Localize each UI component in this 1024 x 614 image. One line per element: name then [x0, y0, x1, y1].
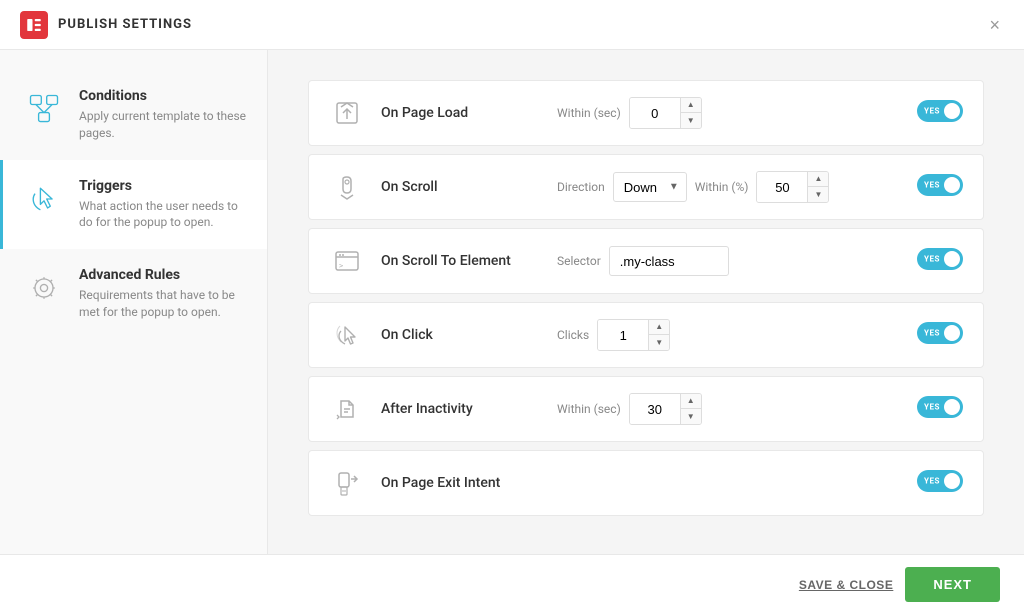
on-page-load-label: On Page Load — [381, 105, 541, 121]
advanced-rules-text: Advanced Rules Requirements that have to… — [79, 267, 247, 321]
on-scroll-input-wrap: ▲ ▼ — [756, 171, 829, 203]
conditions-description: Apply current template to these pages. — [79, 108, 247, 142]
on-page-load-controls: Within (sec) ▲ ▼ — [557, 97, 901, 129]
on-scroll-to-element-label: On Scroll To Element — [381, 253, 541, 269]
on-page-load-decrement[interactable]: ▼ — [681, 113, 701, 128]
on-page-load-value-input[interactable] — [630, 98, 680, 128]
modal-footer: SAVE & CLOSE NEXT — [0, 554, 1024, 614]
on-scroll-controls: Direction Down Up ▼ Within (%) ▲ ▼ — [557, 171, 901, 203]
on-scroll-increment[interactable]: ▲ — [808, 172, 828, 187]
modal-title: PUBLISH SETTINGS — [58, 17, 192, 32]
header-left: PUBLISH SETTINGS — [20, 11, 192, 39]
on-scroll-to-element-toggle[interactable]: YES — [917, 248, 963, 270]
on-click-input-wrap: ▲ ▼ — [597, 319, 670, 351]
on-click-decrement[interactable]: ▼ — [649, 335, 669, 350]
save-close-button[interactable]: SAVE & CLOSE — [799, 578, 893, 592]
on-scroll-to-element-selector-input[interactable] — [609, 246, 729, 276]
on-scroll-value-input[interactable] — [757, 172, 807, 202]
trigger-row-on-page-load: On Page Load Within (sec) ▲ ▼ — [308, 80, 984, 146]
on-page-load-toggle-wrap: YES — [917, 100, 963, 126]
trigger-row-on-page-exit-intent: On Page Exit Intent YES — [308, 450, 984, 516]
modal-body: Conditions Apply current template to the… — [0, 50, 1024, 554]
on-click-label: On Click — [381, 327, 541, 343]
after-inactivity-label: After Inactivity — [381, 401, 541, 417]
after-inactivity-icon — [329, 391, 365, 427]
modal-header: PUBLISH SETTINGS × — [0, 0, 1024, 50]
on-page-load-input-wrap: ▲ ▼ — [629, 97, 702, 129]
on-scroll-direction-label: Direction — [557, 180, 605, 194]
after-inactivity-spinner: ▲ ▼ — [680, 394, 701, 424]
trigger-row-on-click: On Click Clicks ▲ ▼ YES — [308, 302, 984, 368]
after-inactivity-value-input[interactable] — [630, 394, 680, 424]
on-scroll-icon — [329, 169, 365, 205]
advanced-rules-label: Advanced Rules — [79, 267, 247, 283]
on-page-exit-intent-toggle-wrap: YES — [917, 470, 963, 496]
advanced-rules-description: Requirements that have to be met for the… — [79, 287, 247, 321]
trigger-row-after-inactivity: After Inactivity Within (sec) ▲ ▼ — [308, 376, 984, 442]
trigger-row-on-scroll-to-element: >_ On Scroll To Element Selector YES — [308, 228, 984, 294]
on-click-icon — [329, 317, 365, 353]
after-inactivity-toggle-wrap: YES — [917, 396, 963, 422]
after-inactivity-control-label: Within (sec) — [557, 402, 621, 416]
on-page-load-control-label: Within (sec) — [557, 106, 621, 120]
close-button[interactable]: × — [985, 12, 1004, 38]
on-scroll-direction-select[interactable]: Down Up — [613, 172, 687, 202]
on-click-clicks-label: Clicks — [557, 328, 589, 342]
on-scroll-to-element-controls: Selector — [557, 246, 901, 276]
after-inactivity-input-wrap: ▲ ▼ — [629, 393, 702, 425]
advanced-rules-icon — [23, 267, 65, 309]
conditions-text: Conditions Apply current template to the… — [79, 88, 247, 142]
on-page-load-spinner: ▲ ▼ — [680, 98, 701, 128]
sidebar: Conditions Apply current template to the… — [0, 50, 268, 554]
after-inactivity-toggle[interactable]: YES — [917, 396, 963, 418]
triggers-label: Triggers — [79, 178, 247, 194]
on-page-load-increment[interactable]: ▲ — [681, 98, 701, 113]
on-scroll-within-label: Within (%) — [695, 180, 749, 194]
on-click-toggle-wrap: YES — [917, 322, 963, 348]
after-inactivity-decrement[interactable]: ▼ — [681, 409, 701, 424]
on-page-exit-intent-label: On Page Exit Intent — [381, 475, 541, 491]
conditions-label: Conditions — [79, 88, 247, 104]
on-scroll-toggle-wrap: YES — [917, 174, 963, 200]
after-inactivity-controls: Within (sec) ▲ ▼ — [557, 393, 901, 425]
on-scroll-label: On Scroll — [381, 179, 541, 195]
triggers-description: What action the user needs to do for the… — [79, 198, 247, 232]
main-content: On Page Load Within (sec) ▲ ▼ — [268, 50, 1024, 554]
next-button[interactable]: NEXT — [905, 567, 1000, 602]
on-page-load-toggle[interactable]: YES — [917, 100, 963, 122]
on-page-load-icon — [329, 95, 365, 131]
sidebar-item-conditions[interactable]: Conditions Apply current template to the… — [0, 70, 267, 160]
conditions-icon — [23, 88, 65, 130]
on-scroll-spinner: ▲ ▼ — [807, 172, 828, 202]
sidebar-item-advanced-rules[interactable]: Advanced Rules Requirements that have to… — [0, 249, 267, 339]
on-page-exit-intent-icon — [329, 465, 365, 501]
on-scroll-direction-wrap: Down Up ▼ — [613, 172, 687, 202]
on-scroll-to-element-selector-label: Selector — [557, 254, 601, 268]
on-scroll-to-element-icon: >_ — [329, 243, 365, 279]
on-click-spinner: ▲ ▼ — [648, 320, 669, 350]
after-inactivity-increment[interactable]: ▲ — [681, 394, 701, 409]
on-click-controls: Clicks ▲ ▼ — [557, 319, 901, 351]
trigger-row-on-scroll: On Scroll Direction Down Up ▼ Within (%) — [308, 154, 984, 220]
on-scroll-toggle[interactable]: YES — [917, 174, 963, 196]
on-page-exit-intent-toggle[interactable]: YES — [917, 470, 963, 492]
on-scroll-to-element-toggle-wrap: YES — [917, 248, 963, 274]
on-click-increment[interactable]: ▲ — [649, 320, 669, 335]
on-click-toggle[interactable]: YES — [917, 322, 963, 344]
on-scroll-decrement[interactable]: ▼ — [808, 187, 828, 202]
svg-text:>_: >_ — [339, 262, 348, 270]
triggers-icon — [23, 178, 65, 220]
publish-settings-modal: PUBLISH SETTINGS × Conditions — [0, 0, 1024, 614]
triggers-text: Triggers What action the user needs to d… — [79, 178, 247, 232]
elementor-logo — [20, 11, 48, 39]
sidebar-item-triggers[interactable]: Triggers What action the user needs to d… — [0, 160, 267, 250]
on-click-value-input[interactable] — [598, 320, 648, 350]
